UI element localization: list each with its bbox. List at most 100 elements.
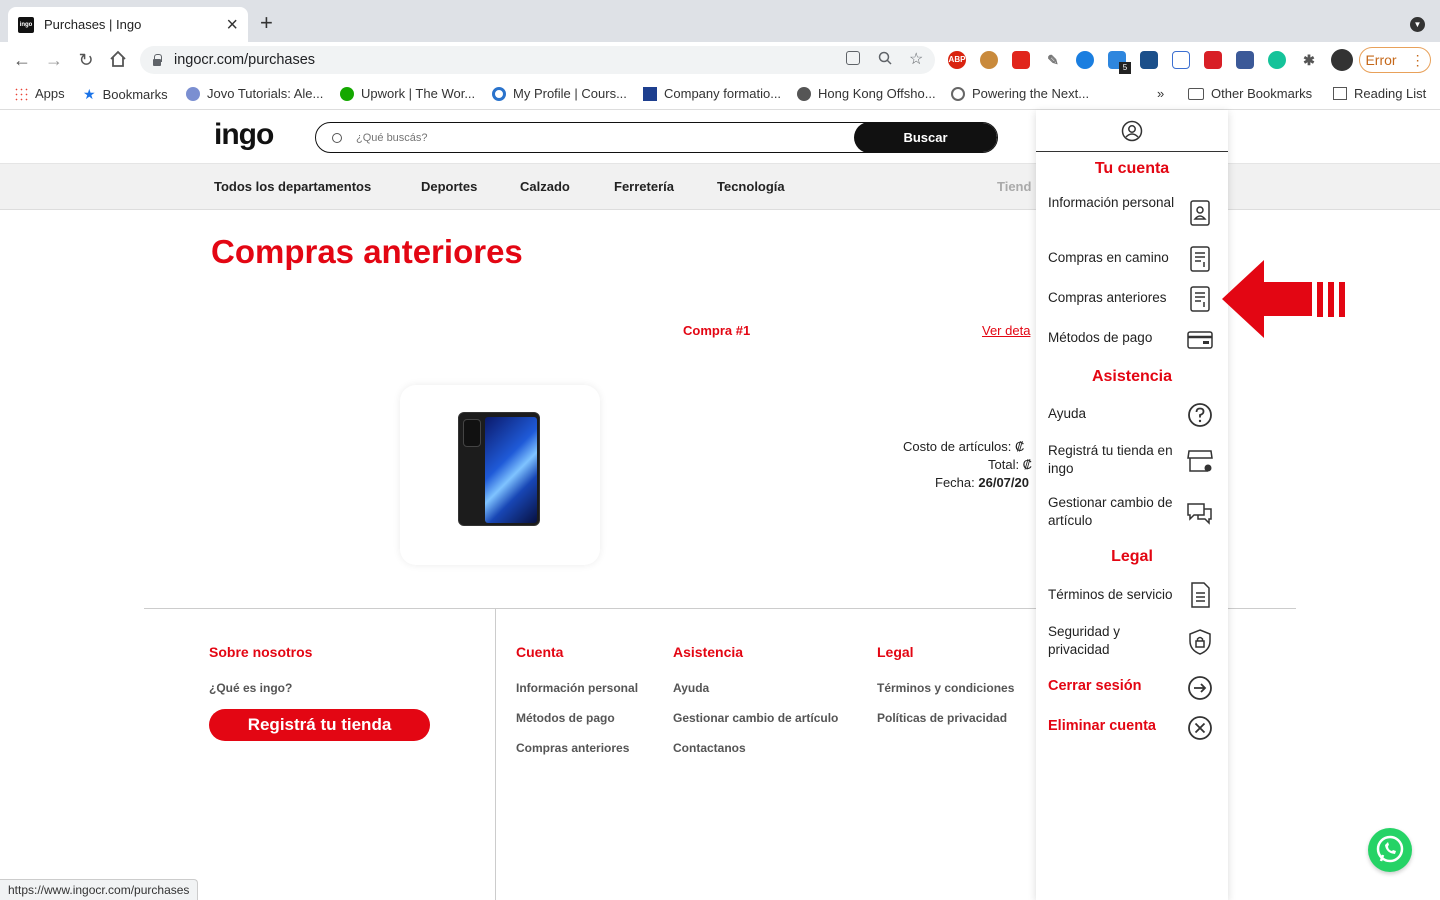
- company-icon: [643, 86, 657, 101]
- menu-payment-methods[interactable]: Métodos de pago: [1048, 329, 1183, 347]
- tab-search-icon[interactable]: ▼: [1410, 17, 1425, 32]
- order-date: Fecha: 26/07/20: [935, 475, 1036, 490]
- menu-help[interactable]: Ayuda: [1048, 405, 1183, 423]
- bookmark-label: Jovo Tutorials: Ale...: [207, 86, 324, 101]
- menu-personal-info[interactable]: Información personal: [1048, 194, 1183, 212]
- view-details-link[interactable]: Ver deta: [982, 323, 1036, 338]
- footer-link-help[interactable]: Ayuda: [673, 681, 709, 695]
- footer-help-heading: Asistencia: [673, 644, 744, 660]
- footer-what-is-ingo-link[interactable]: ¿Qué es ingo?: [209, 681, 292, 695]
- browser-tab[interactable]: ingo Purchases | Ingo ×: [8, 7, 248, 42]
- menu-dots-icon: ⋮: [1410, 51, 1425, 68]
- category-footwear[interactable]: Calzado: [520, 179, 570, 194]
- dropdown-divider: [1036, 151, 1228, 152]
- footer-link-payment-methods[interactable]: Métodos de pago: [516, 711, 615, 725]
- date-value: 26/07/20: [978, 475, 1029, 490]
- bookmark-label: Company formatio...: [664, 86, 782, 101]
- adblock-extension-icon[interactable]: ABP: [948, 51, 966, 69]
- zoom-icon[interactable]: [878, 51, 892, 68]
- menu-past-orders[interactable]: Compras anteriores: [1048, 289, 1183, 307]
- cookie-extension-icon[interactable]: [980, 51, 998, 69]
- back-icon[interactable]: ←: [11, 49, 33, 71]
- ingo-logo[interactable]: ingo: [214, 118, 274, 152]
- menu-logout[interactable]: Cerrar sesión: [1048, 677, 1183, 695]
- category-technology[interactable]: Tecnología: [717, 179, 785, 194]
- menu-manage-exchange[interactable]: Gestionar cambio de artículo: [1048, 494, 1183, 530]
- menu-terms[interactable]: Términos de servicio: [1048, 586, 1183, 604]
- bookmark-bookmarks[interactable]: ★ Bookmarks: [83, 86, 168, 103]
- menu-orders-in-transit[interactable]: Compras en camino: [1048, 249, 1183, 267]
- reading-list-icon: [1333, 87, 1347, 100]
- search-input[interactable]: [356, 131, 854, 144]
- menu-security[interactable]: Seguridad y privacidad: [1048, 623, 1183, 659]
- bookmark-company[interactable]: Company formatio...: [643, 86, 781, 101]
- footer-about-heading: Sobre nosotros: [209, 644, 313, 660]
- footer-account-heading: Cuenta: [516, 644, 564, 660]
- reload-icon[interactable]: ↻: [75, 49, 97, 71]
- brain-icon: [951, 86, 965, 101]
- search-button[interactable]: Buscar: [854, 123, 997, 152]
- bookmark-label: Reading List: [1354, 86, 1427, 101]
- footer-link-privacy[interactable]: Políticas de privacidad: [877, 711, 1007, 725]
- home-icon[interactable]: [108, 49, 128, 71]
- grammarly-extension-icon[interactable]: [1268, 51, 1286, 69]
- forward-icon[interactable]: →: [43, 49, 65, 71]
- bookmark-reading-list[interactable]: Reading List: [1333, 86, 1426, 101]
- date-label: Fecha:: [935, 475, 975, 490]
- blocked-popup-icon[interactable]: [846, 51, 860, 65]
- folder-icon: [1188, 87, 1204, 100]
- more-bookmarks-icon[interactable]: »: [1157, 86, 1164, 101]
- bookmark-powering[interactable]: Powering the Next...: [951, 86, 1089, 101]
- credit-card-icon: [1186, 326, 1214, 354]
- address-bar[interactable]: ingocr.com/purchases: [140, 46, 935, 74]
- bookmark-label: Upwork | The Wor...: [361, 86, 476, 101]
- pen-extension-icon[interactable]: ✎: [1044, 51, 1062, 69]
- bookmark-upwork[interactable]: Upwork | The Wor...: [340, 86, 475, 101]
- tab-title: Purchases | Ingo: [44, 17, 142, 32]
- apps-grid-icon: [14, 86, 28, 101]
- bookmark-hongkong[interactable]: Hong Kong Offsho...: [797, 86, 936, 101]
- bookmark-jovo[interactable]: Jovo Tutorials: Ale...: [186, 86, 323, 101]
- footer-link-terms[interactable]: Términos y condiciones: [877, 681, 1014, 695]
- category-sports[interactable]: Deportes: [421, 179, 477, 194]
- order-total: Total: ₡: [988, 457, 1033, 472]
- close-tab-icon[interactable]: ×: [226, 15, 238, 35]
- dropdown-legal-heading: Legal: [1111, 548, 1153, 565]
- footer-link-personal-info[interactable]: Información personal: [516, 681, 638, 695]
- red-arrow-annotation-icon: [1220, 258, 1355, 342]
- menu-delete-account[interactable]: Eliminar cuenta: [1048, 717, 1183, 735]
- category-all-departments[interactable]: Todos los departamentos: [214, 179, 371, 194]
- whatsapp-chat-icon[interactable]: [1368, 828, 1412, 872]
- user-account-icon[interactable]: [1121, 120, 1143, 142]
- grid-extension-icon[interactable]: [1172, 51, 1190, 69]
- footer-link-past-orders[interactable]: Compras anteriores: [516, 741, 629, 755]
- new-tab-icon[interactable]: +: [260, 12, 273, 34]
- category-hardware[interactable]: Ferretería: [614, 179, 674, 194]
- bookmark-star-icon[interactable]: ☆: [909, 49, 923, 69]
- close-circle-icon: [1186, 714, 1214, 742]
- bookmark-label: Apps: [35, 86, 65, 101]
- menu-register-store[interactable]: Registrá tu tienda en ingo: [1048, 442, 1183, 478]
- ingo-favicon-icon: ingo: [18, 16, 34, 33]
- pulse-extension-icon[interactable]: [1076, 51, 1094, 69]
- bookmark-coursera[interactable]: My Profile | Cours...: [492, 86, 627, 101]
- footer-link-contact[interactable]: Contactanos: [673, 741, 746, 755]
- profile-avatar[interactable]: [1331, 49, 1353, 71]
- search-bar: Buscar: [315, 122, 998, 153]
- register-store-button[interactable]: Registrá tu tienda: [209, 709, 430, 741]
- store-icon: [1186, 447, 1214, 475]
- bookmark-other[interactable]: Other Bookmarks: [1188, 86, 1312, 101]
- facebook-extension-icon[interactable]: [1236, 51, 1254, 69]
- bookmark-label: Powering the Next...: [972, 86, 1090, 101]
- pdf-extension-icon[interactable]: [1012, 51, 1030, 69]
- video-extension-icon[interactable]: [1204, 51, 1222, 69]
- error-button[interactable]: Error ⋮: [1359, 47, 1431, 73]
- category-stores[interactable]: Tiend: [997, 179, 1031, 194]
- extensions-puzzle-icon[interactable]: ✱: [1300, 51, 1318, 69]
- footer-legal-heading: Legal: [877, 644, 914, 660]
- status-bar-url: https://www.ingocr.com/purchases: [0, 879, 199, 900]
- bookmark-label: Bookmarks: [102, 87, 168, 102]
- docs-extension-icon[interactable]: [1140, 51, 1158, 69]
- footer-link-manage-exchange[interactable]: Gestionar cambio de artículo: [673, 711, 838, 725]
- bookmark-apps[interactable]: Apps: [14, 86, 65, 101]
